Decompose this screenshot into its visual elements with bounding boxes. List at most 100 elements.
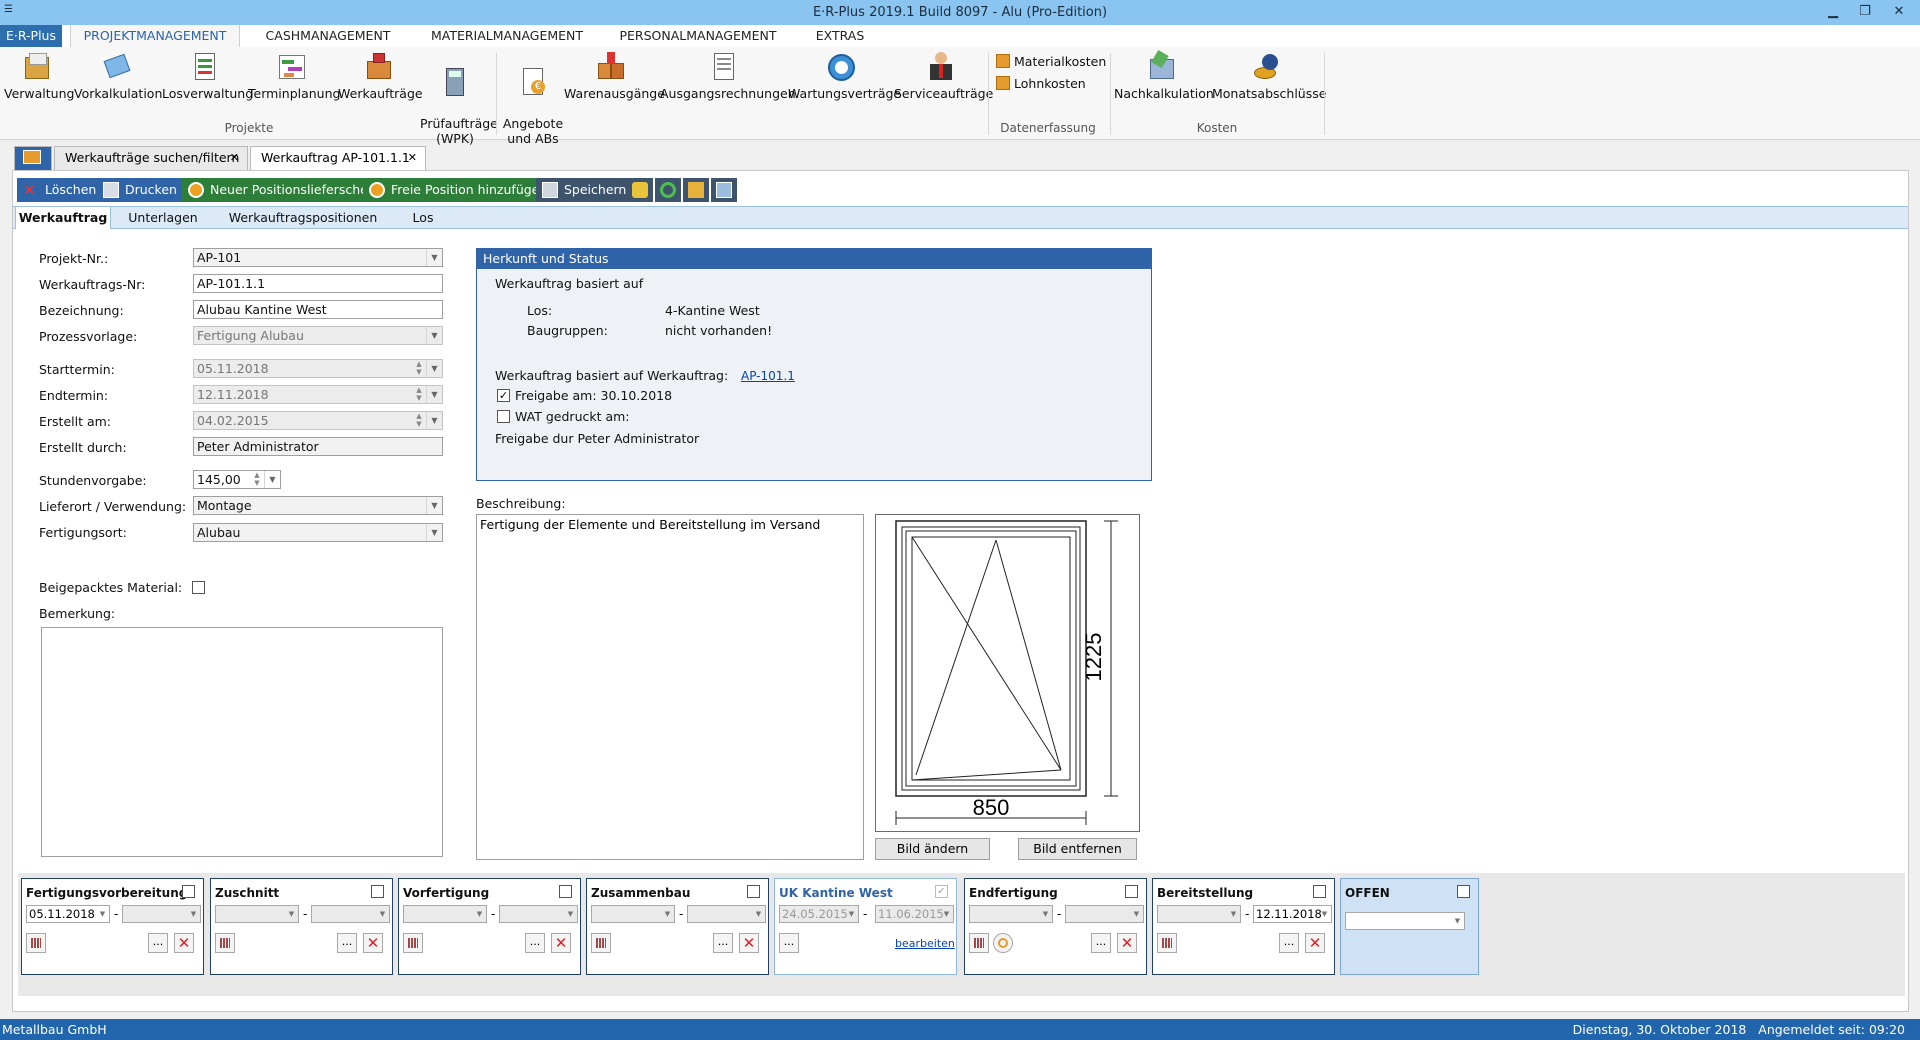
close-icon[interactable]: ✕ bbox=[1884, 2, 1914, 22]
ribbon-angebote-button[interactable]: € Angebote und ABs bbox=[500, 51, 566, 146]
ribbon-materialkosten-button[interactable]: Materialkosten bbox=[996, 53, 1106, 71]
ribbon-nachkalkulation-button[interactable]: Nachkalkulation bbox=[1114, 49, 1214, 101]
menu-tab-personalmanagement[interactable]: PERSONALMANAGEMENT bbox=[608, 25, 788, 47]
offen-select[interactable]: ▼ bbox=[1345, 912, 1465, 930]
close-tab-icon[interactable]: ✕ bbox=[408, 147, 417, 169]
add-free-position-button[interactable]: Freie Position hinzufügen bbox=[363, 178, 556, 202]
stage-delete-button[interactable]: ✕ bbox=[1305, 933, 1325, 953]
menu-tab-materialmanagement[interactable]: MATERIALMANAGEMENT bbox=[416, 25, 598, 47]
stage-end-date[interactable]: ▼ bbox=[311, 905, 390, 923]
print-button[interactable]: Drucken bbox=[97, 178, 185, 202]
stage-more-button[interactable]: ... bbox=[713, 933, 733, 953]
ribbon-monatsabschluesse-button[interactable]: Monatsabschlüsse bbox=[1212, 51, 1326, 101]
subtab-los[interactable]: Los bbox=[383, 207, 463, 229]
stage-start-date[interactable]: ▼ bbox=[591, 905, 675, 923]
export-button[interactable] bbox=[711, 178, 737, 202]
stage-more-button[interactable]: ... bbox=[148, 933, 168, 953]
chevron-down-icon[interactable]: ▼ bbox=[1451, 913, 1464, 929]
lieferort-select[interactable]: Montage ▼ bbox=[193, 496, 443, 515]
bemerkung-textarea[interactable] bbox=[41, 627, 443, 857]
basiert-auf-werkauftrag-link[interactable]: AP-101.1 bbox=[741, 369, 795, 383]
ribbon-terminplanung-button[interactable]: Terminplanung bbox=[248, 51, 340, 101]
stage-end-date[interactable]: ▼ bbox=[122, 905, 201, 923]
refresh-button[interactable] bbox=[655, 178, 681, 202]
chevron-down-icon[interactable]: ▼ bbox=[264, 471, 280, 488]
restore-icon[interactable]: ❐ bbox=[1850, 2, 1880, 22]
new-delivery-note-button[interactable]: Neuer Positionslieferschein bbox=[182, 178, 388, 202]
ribbon-werkauftraege-button[interactable]: Werkaufträge bbox=[338, 51, 423, 101]
beschreibung-textarea[interactable]: Fertigung der Elemente und Bereitstellun… bbox=[476, 514, 864, 860]
chevron-down-icon[interactable]: ▼ bbox=[96, 906, 109, 922]
stundenvorgabe-input[interactable]: 145,00 ▲ ▼ ▼ bbox=[193, 470, 281, 489]
chevron-down-icon[interactable]: ▼ bbox=[426, 249, 442, 266]
chevron-down-icon[interactable]: ▼ bbox=[564, 906, 577, 922]
stage-checkbox[interactable] bbox=[1457, 885, 1470, 898]
stage-more-button[interactable]: ... bbox=[337, 933, 357, 953]
stage-start-date[interactable]: ▼ bbox=[403, 905, 487, 923]
chevron-down-icon[interactable]: ▼ bbox=[1039, 906, 1052, 922]
menu-tab-extras[interactable]: EXTRAS bbox=[798, 25, 882, 47]
chevron-down-icon[interactable]: ▼ bbox=[473, 906, 486, 922]
stage-checkbox[interactable] bbox=[371, 885, 384, 898]
chevron-down-icon[interactable]: ▼ bbox=[376, 906, 389, 922]
stage-checkbox[interactable] bbox=[1125, 885, 1138, 898]
ribbon-ausgangsrechnungen-button[interactable]: Ausgangsrechnungen bbox=[660, 51, 796, 101]
stage-checkbox[interactable] bbox=[747, 885, 760, 898]
werkauftrags-nr-input[interactable]: AP-101.1.1 bbox=[193, 274, 443, 293]
stage-bars-button[interactable] bbox=[403, 933, 423, 953]
ribbon-wartungsvertraege-button[interactable]: Wartungsverträge bbox=[788, 51, 901, 101]
ribbon-lohnkosten-button[interactable]: Lohnkosten bbox=[996, 75, 1086, 93]
chevron-down-icon[interactable]: ▼ bbox=[1227, 906, 1240, 922]
bezeichnung-input[interactable]: Alubau Kantine West bbox=[193, 300, 443, 319]
stage-checkbox[interactable] bbox=[1313, 885, 1326, 898]
tab-werkauftraege-suchen[interactable]: Werkaufträge suchen/filtern ✕ bbox=[54, 146, 248, 170]
stage-checkbox[interactable] bbox=[182, 885, 195, 898]
ribbon-losverwaltung-button[interactable]: Losverwaltung bbox=[162, 51, 253, 101]
beigepackt-checkbox[interactable] bbox=[192, 581, 205, 594]
minimize-icon[interactable]: ▁ bbox=[1818, 2, 1848, 22]
stage-end-date[interactable]: 12.11.2018 ▼ bbox=[1253, 905, 1332, 923]
home-tab[interactable] bbox=[14, 146, 52, 170]
ribbon-vorkalkulation-button[interactable]: Vorkalkulation bbox=[74, 51, 162, 101]
stage-gear-button[interactable] bbox=[993, 933, 1013, 953]
wat-checkbox[interactable] bbox=[497, 410, 510, 423]
stage-delete-button[interactable]: ✕ bbox=[174, 933, 194, 953]
ribbon-serviceauftraege-button[interactable]: Serviceaufträge bbox=[894, 51, 993, 101]
stage-delete-button[interactable]: ✕ bbox=[551, 933, 571, 953]
ribbon-warenausgaenge-button[interactable]: Warenausgänge bbox=[564, 51, 665, 101]
ribbon-verwaltung-button[interactable]: Verwaltung bbox=[4, 51, 74, 101]
chevron-down-icon[interactable]: ▼ bbox=[1318, 906, 1331, 922]
tab-werkauftrag-current[interactable]: Werkauftrag AP-101.1.1 ✕ bbox=[250, 146, 426, 170]
menu-app[interactable]: E·R-Plus bbox=[0, 25, 62, 47]
delete-button[interactable]: ✕ Löschen bbox=[17, 178, 105, 202]
spinner-icon[interactable]: ▲ ▼ bbox=[250, 471, 264, 488]
chevron-down-icon[interactable]: ▼ bbox=[187, 906, 200, 922]
chevron-down-icon[interactable]: ▼ bbox=[285, 906, 298, 922]
chevron-down-icon[interactable]: ▼ bbox=[426, 524, 442, 541]
stage-start-date[interactable]: 05.11.2018 ▼ bbox=[26, 905, 110, 923]
projekt-nr-select[interactable]: AP-101 ▼ bbox=[193, 248, 443, 267]
fertigungsort-select[interactable]: Alubau ▼ bbox=[193, 523, 443, 542]
menu-tab-projektmanagement[interactable]: PROJEKTMANAGEMENT bbox=[70, 25, 240, 47]
menu-tab-cashmanagement[interactable]: CASHMANAGEMENT bbox=[252, 25, 404, 47]
stage-delete-button[interactable]: ✕ bbox=[739, 933, 759, 953]
stage-bars-button[interactable] bbox=[26, 933, 46, 953]
stage-bars-button[interactable] bbox=[969, 933, 989, 953]
lock-button[interactable] bbox=[627, 178, 653, 202]
stage-start-date[interactable]: ▼ bbox=[215, 905, 299, 923]
stage-more-button[interactable]: ... bbox=[1279, 933, 1299, 953]
stage-end-date[interactable]: ▼ bbox=[499, 905, 578, 923]
stage-more-button[interactable]: ... bbox=[1091, 933, 1111, 953]
stage-checkbox[interactable] bbox=[559, 885, 572, 898]
stage-start-date[interactable]: ▼ bbox=[969, 905, 1053, 923]
chevron-down-icon[interactable]: ▼ bbox=[661, 906, 674, 922]
stage-end-date[interactable]: ▼ bbox=[1065, 905, 1144, 923]
subtab-unterlagen[interactable]: Unterlagen bbox=[113, 207, 213, 229]
stage-delete-button[interactable]: ✕ bbox=[1117, 933, 1137, 953]
freigabe-checkbox[interactable]: ✓ bbox=[497, 389, 510, 402]
stage-bars-button[interactable] bbox=[1157, 933, 1177, 953]
change-image-button[interactable]: Bild ändern bbox=[875, 838, 990, 860]
stage-more-button[interactable]: ... bbox=[779, 933, 799, 953]
save-button[interactable]: Speichern bbox=[536, 178, 635, 202]
stage-more-button[interactable]: ... bbox=[525, 933, 545, 953]
